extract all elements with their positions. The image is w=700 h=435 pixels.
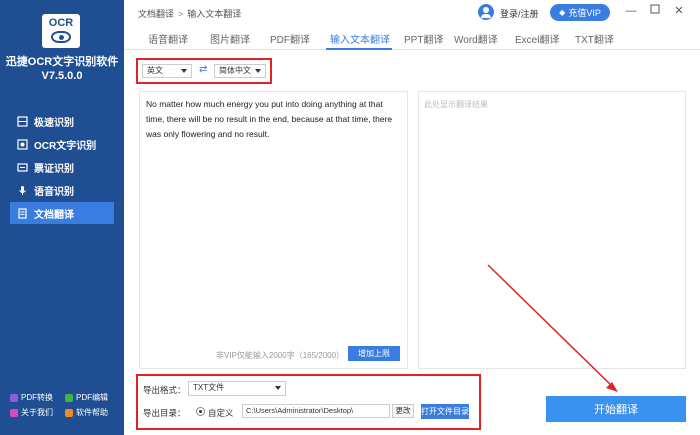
recharge-vip-button[interactable]: ◆ 充值VIP bbox=[550, 4, 610, 21]
tab-speech-translate[interactable]: 语音翻译 bbox=[148, 31, 188, 46]
about-icon bbox=[10, 408, 18, 417]
export-path-field[interactable]: C:\Users\Administrator\Desktop\ bbox=[242, 404, 390, 418]
sidebar-item-document-translate[interactable]: 文档翻译 bbox=[10, 202, 114, 224]
eye-icon bbox=[51, 31, 71, 43]
sidebar-item-label: 文档翻译 bbox=[34, 209, 74, 221]
sidebar: OCR 迅捷OCR文字识别软件 V7.5.0.0 极速识别 OCR文字识别 票证… bbox=[0, 0, 124, 435]
footer-label: 关于我们 bbox=[21, 408, 53, 417]
minimize-icon[interactable]: — bbox=[624, 4, 638, 18]
tab-image-translate[interactable]: 图片翻译 bbox=[210, 31, 250, 46]
header: 文档翻译 > 输入文本翻译 登录/注册 ◆ 充值VIP — ✕ bbox=[124, 0, 700, 26]
custom-dir-radio[interactable] bbox=[196, 407, 205, 416]
tab-ppt-translate[interactable]: PPT翻译 bbox=[404, 31, 443, 46]
help-link[interactable]: 软件帮助 bbox=[65, 407, 120, 418]
chevron-down-icon bbox=[255, 69, 261, 73]
source-text-input[interactable]: No matter how much energy you put into d… bbox=[139, 91, 408, 369]
open-folder-button[interactable]: 打开文件目录 bbox=[421, 404, 469, 419]
tab-txt-translate[interactable]: TXT翻译 bbox=[575, 31, 614, 46]
export-dir-label: 导出目录： bbox=[143, 408, 186, 418]
close-icon[interactable]: ✕ bbox=[672, 4, 686, 18]
footer-label: PDF转换 bbox=[21, 393, 53, 402]
breadcrumb: 文档翻译 > 输入文本翻译 bbox=[138, 7, 241, 20]
app-version: V7.5.0.0 bbox=[41, 70, 83, 82]
start-translate-button[interactable]: 开始翻译 bbox=[546, 396, 686, 422]
swap-language-icon[interactable]: ⇄ bbox=[199, 64, 207, 75]
export-format-value: TXT文件 bbox=[193, 383, 225, 392]
target-language-value: 简体中文 bbox=[219, 66, 251, 75]
tab-text-translate[interactable]: 输入文本翻译 bbox=[330, 31, 390, 46]
vip-label: 充值VIP bbox=[568, 8, 601, 18]
sidebar-nav: 极速识别 OCR文字识别 票证识别 语音识别 文档翻译 bbox=[10, 110, 114, 225]
result-placeholder: 此处显示翻译结果 bbox=[424, 100, 488, 109]
about-link[interactable]: 关于我们 bbox=[10, 407, 65, 418]
scan-icon bbox=[16, 115, 28, 127]
sidebar-item-speech[interactable]: 语音识别 bbox=[10, 179, 114, 201]
chevron-down-icon bbox=[275, 386, 281, 390]
sidebar-footer: PDF转换 PDF编辑 关于我们 软件帮助 bbox=[10, 392, 120, 422]
restore-icon[interactable] bbox=[648, 4, 662, 18]
translate-tabs: 语音翻译 图片翻译 PDF翻译 输入文本翻译 PPT翻译 Word翻译 Exce… bbox=[124, 26, 700, 50]
translation-result-area: 此处显示翻译结果 bbox=[418, 91, 686, 369]
sidebar-item-label: 极速识别 bbox=[34, 117, 74, 129]
sidebar-item-ocr[interactable]: OCR文字识别 bbox=[10, 133, 114, 155]
help-icon bbox=[65, 408, 73, 417]
pdf-edit-link[interactable]: PDF编辑 bbox=[65, 392, 120, 403]
export-format-select[interactable]: TXT文件 bbox=[188, 381, 286, 396]
diamond-icon: ◆ bbox=[559, 8, 566, 17]
custom-dir-label: 自定义 bbox=[208, 408, 234, 418]
ticket-icon bbox=[16, 161, 28, 173]
mic-icon bbox=[16, 184, 28, 196]
source-text-content: No matter how much energy you put into d… bbox=[146, 99, 393, 139]
pdf-convert-link[interactable]: PDF转换 bbox=[10, 392, 65, 403]
pdf-edit-icon bbox=[65, 393, 73, 402]
app-name: 迅捷OCR文字识别软件 bbox=[5, 56, 119, 68]
ocr-icon bbox=[16, 138, 28, 150]
logo-text: OCR bbox=[48, 17, 74, 29]
sidebar-item-label: 票证识别 bbox=[34, 163, 74, 175]
breadcrumb-separator: > bbox=[178, 9, 184, 19]
breadcrumb-parent[interactable]: 文档翻译 bbox=[138, 9, 174, 19]
target-language-select[interactable]: 简体中文 bbox=[214, 64, 266, 78]
chevron-down-icon bbox=[181, 69, 187, 73]
tab-pdf-translate[interactable]: PDF翻译 bbox=[270, 31, 310, 46]
sidebar-item-label: OCR文字识别 bbox=[34, 140, 97, 152]
pdf-convert-icon bbox=[10, 393, 18, 402]
user-avatar-icon[interactable] bbox=[478, 4, 494, 20]
tab-excel-translate[interactable]: Excel翻译 bbox=[515, 31, 559, 46]
app-logo: OCR bbox=[42, 14, 80, 48]
export-format-label: 导出格式： bbox=[143, 385, 186, 395]
increase-limit-button[interactable]: 增加上限 bbox=[348, 346, 400, 361]
tab-word-translate[interactable]: Word翻译 bbox=[454, 31, 498, 46]
sidebar-item-ticket[interactable]: 票证识别 bbox=[10, 156, 114, 178]
source-language-value: 英文 bbox=[147, 66, 163, 75]
change-dir-button[interactable]: 更改 bbox=[392, 404, 414, 418]
sidebar-item-fast-recognition[interactable]: 极速识别 bbox=[10, 110, 114, 132]
breadcrumb-current: 输入文本翻译 bbox=[187, 9, 242, 19]
document-translate-icon bbox=[16, 207, 28, 219]
login-register-link[interactable]: 登录/注册 bbox=[500, 7, 539, 20]
footer-label: 软件帮助 bbox=[76, 408, 108, 417]
source-language-select[interactable]: 英文 bbox=[142, 64, 192, 78]
sidebar-item-label: 语音识别 bbox=[34, 186, 74, 198]
footer-label: PDF编辑 bbox=[76, 393, 108, 402]
active-tab-indicator bbox=[326, 48, 392, 50]
export-path-value: C:\Users\Administrator\Desktop\ bbox=[246, 406, 354, 415]
character-counter: 非VIP仅能输入2000字（165/2000） bbox=[216, 351, 345, 360]
